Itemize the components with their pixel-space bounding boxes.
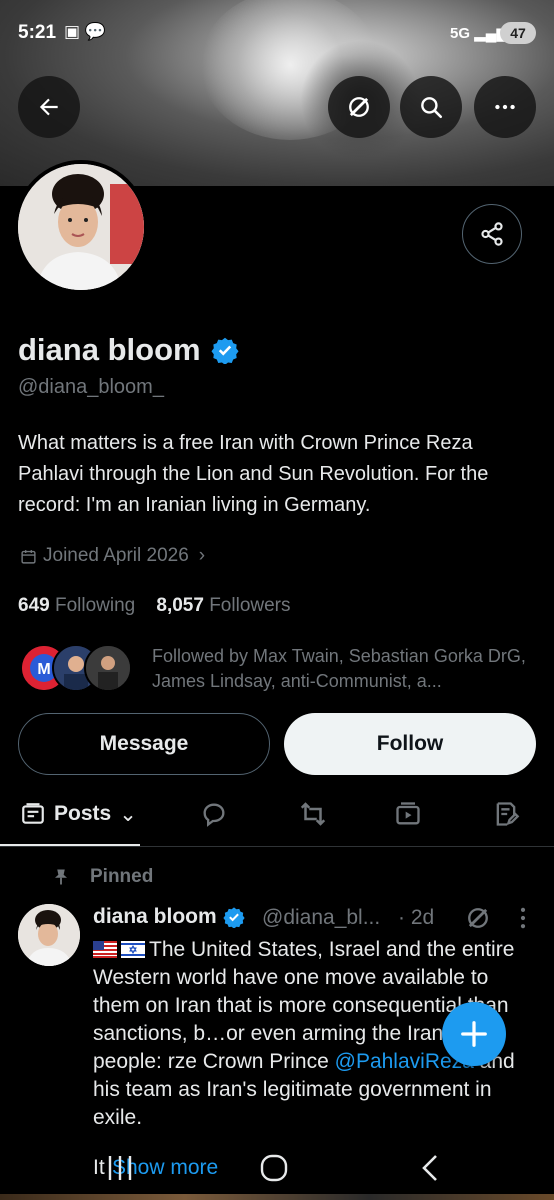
status-bar: 5:21 ▣ 💬 5G ▂▄▆ 47 [0,0,554,66]
followed-by-text: Followed by Max Twain, Sebastian Gorka D… [152,646,526,691]
status-time: 5:21 [18,22,57,43]
tab-posts-label: Posts [54,802,112,825]
tab-reposts[interactable] [298,786,328,842]
post-handle: @diana_bl... [262,906,381,929]
chevron-right-icon: › [198,545,206,566]
posts-icon [22,803,44,824]
profile-handle: @diana_bloom_ [18,376,164,398]
follow-counts: 649 Following 8,057 Followers [18,595,291,617]
following-count: 649 [18,595,50,616]
article-icon [496,802,520,826]
home-icon[interactable] [256,1148,292,1188]
back-button[interactable] [18,76,80,138]
avatar-image [18,164,144,290]
svg-text:M: M [37,661,50,678]
grok-icon [468,908,488,928]
recent-apps-icon[interactable] [104,1148,136,1188]
profile-avatar[interactable] [14,160,148,294]
post-author-name[interactable]: diana bloom [93,905,245,929]
post-text-part2: ze Crown Prince [174,1050,335,1073]
verified-badge-icon[interactable] [211,336,239,364]
network-label: 5G [450,25,471,42]
pinned-label: Pinned [90,866,154,887]
verified-badge-icon [223,907,245,928]
pinned-indicator: Pinned [52,866,153,888]
post-author-avatar[interactable] [18,904,80,966]
system-nav-bar [0,1140,554,1200]
share-icon [481,222,503,246]
profile-bio: What matters is a free Iran with Crown P… [18,432,489,516]
share-button[interactable] [462,204,522,264]
post-grok-button[interactable] [464,904,492,937]
post-author-text: diana bloom [93,905,217,928]
message-button[interactable]: Message [18,713,270,775]
following-link[interactable]: 649 Following [18,595,135,616]
compose-button[interactable] [442,1002,506,1066]
tab-posts[interactable]: Posts ⌄ [20,786,137,842]
grok-button[interactable] [328,76,390,138]
profile-tabs: Posts ⌄ [0,786,554,847]
joined-text: Joined April 2026 [43,545,189,566]
tabs-divider [0,846,554,847]
followers-label: Followers [209,595,291,616]
next-post-media-strip [0,1194,554,1200]
joined-date[interactable]: Joined April 2026 › [20,545,205,567]
more-icon [495,104,515,110]
post-time: · 2d [398,906,435,929]
pin-icon [55,869,67,885]
nav-back-icon[interactable] [414,1148,446,1188]
plus-icon [461,1021,487,1047]
battery-badge: 47 [500,22,536,44]
follow-button[interactable]: Follow [284,713,536,775]
us-flag-icon [93,941,117,958]
tab-replies[interactable] [200,786,228,842]
post-avatar-image [18,904,80,966]
followers-count: 8,057 [156,595,204,616]
following-label: Following [54,595,136,616]
chevron-down-icon: ⌄ [119,802,137,826]
search-button[interactable] [400,76,462,138]
profile-name: diana bloom [18,332,239,368]
calendar-icon [21,549,36,564]
back-arrow-icon [39,98,58,116]
post-more-button[interactable] [514,904,532,937]
video-icon [396,802,420,825]
followers-link[interactable]: 8,057 Followers [156,595,290,616]
tab-articles[interactable] [492,786,520,842]
profile-name-text: diana bloom [18,332,201,367]
followed-by[interactable]: M Followed by Max Twain, Sebastian Gorka… [20,640,540,696]
israel-flag-icon [121,941,145,958]
reply-icon [203,803,225,827]
grok-icon [349,97,369,117]
tab-videos[interactable] [394,786,422,842]
follower-avatar [84,644,132,692]
repost-icon [300,802,326,826]
more-vertical-icon [520,907,526,929]
more-button[interactable] [474,76,536,138]
notification-icons: ▣ 💬 [64,22,106,41]
search-icon [421,97,443,119]
